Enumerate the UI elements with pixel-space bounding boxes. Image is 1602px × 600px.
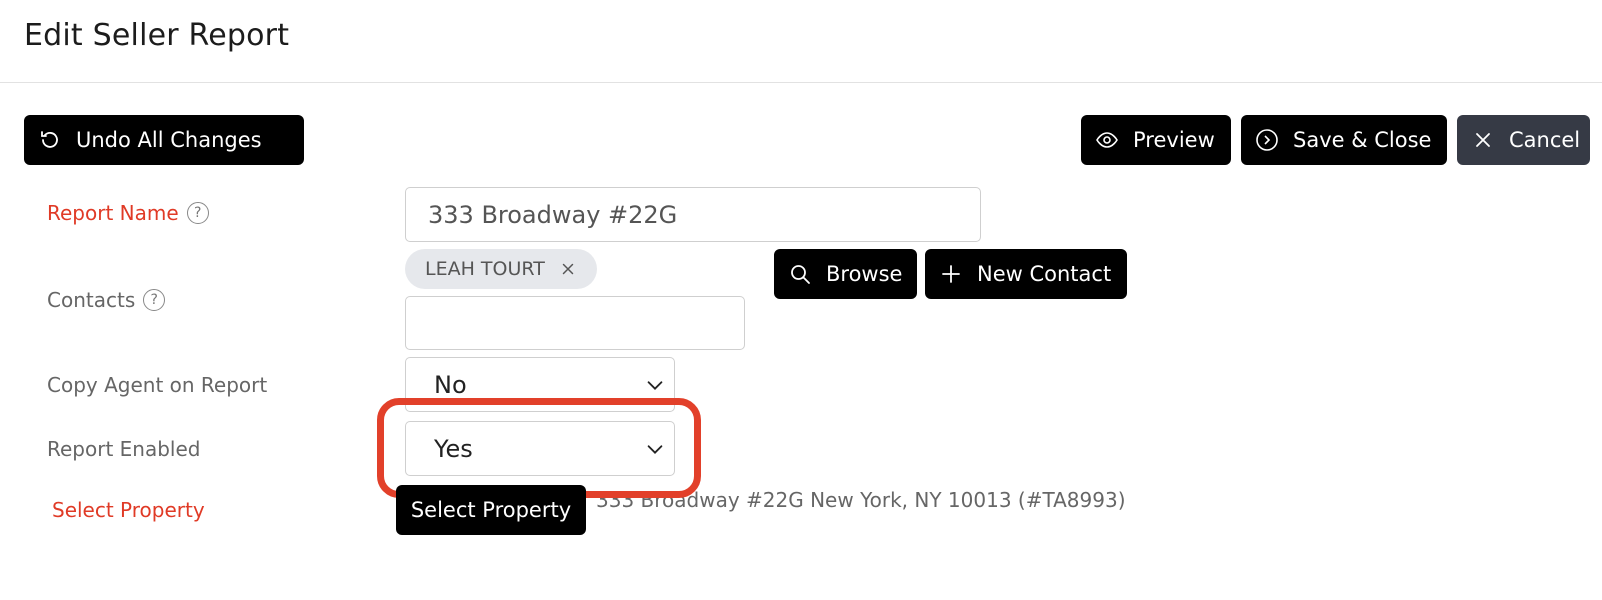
cancel-label: Cancel xyxy=(1509,128,1581,152)
copy-agent-label-text: Copy Agent on Report xyxy=(47,373,268,397)
select-property-label-text: Select Property xyxy=(52,498,205,522)
preview-button[interactable]: Preview xyxy=(1081,115,1231,165)
page-header: Edit Seller Report xyxy=(0,0,1602,83)
highlight-annotation xyxy=(377,398,701,498)
undo-icon xyxy=(41,131,58,148)
report-enabled-label-text: Report Enabled xyxy=(47,437,201,461)
remove-chip-icon[interactable] xyxy=(559,260,577,278)
search-icon xyxy=(791,265,810,284)
browse-label: Browse xyxy=(826,262,903,286)
select-property-button[interactable]: Select Property xyxy=(396,485,586,535)
copy-agent-label: Copy Agent on Report xyxy=(47,373,267,397)
new-contact-label: New Contact xyxy=(977,262,1112,286)
undo-label: Undo All Changes xyxy=(76,128,262,152)
cancel-button[interactable]: Cancel xyxy=(1457,115,1590,165)
contact-chip: LEAH TOURT xyxy=(405,249,597,289)
save-close-button[interactable]: Save & Close xyxy=(1241,115,1447,165)
contacts-label-text: Contacts xyxy=(47,288,136,312)
copy-agent-selected: No xyxy=(434,370,467,399)
save-close-label: Save & Close xyxy=(1293,128,1432,152)
contact-chip-label: LEAH TOURT xyxy=(425,258,545,280)
chevron-down-icon xyxy=(647,380,663,390)
report-name-label-text: Report Name xyxy=(47,201,179,225)
preview-label: Preview xyxy=(1133,128,1215,152)
help-icon[interactable]: ? xyxy=(143,289,166,311)
eye-icon xyxy=(1096,132,1118,148)
select-property-label: Select Property xyxy=(52,498,205,522)
undo-all-changes-button[interactable]: Undo All Changes xyxy=(24,115,304,165)
report-name-label: Report Name ? xyxy=(47,201,209,225)
report-name-input[interactable]: 333 Broadway #22G xyxy=(405,187,981,242)
close-icon xyxy=(1476,133,1490,147)
help-icon[interactable]: ? xyxy=(186,202,209,224)
report-enabled-label: Report Enabled xyxy=(47,437,200,461)
contacts-label: Contacts ? xyxy=(47,288,166,312)
plus-icon xyxy=(942,265,960,283)
contacts-input[interactable] xyxy=(405,296,745,350)
page-title: Edit Seller Report xyxy=(24,18,290,53)
chevron-circle-right-icon xyxy=(1256,129,1278,151)
new-contact-button[interactable]: New Contact xyxy=(925,249,1127,299)
browse-button[interactable]: Browse xyxy=(774,249,917,299)
